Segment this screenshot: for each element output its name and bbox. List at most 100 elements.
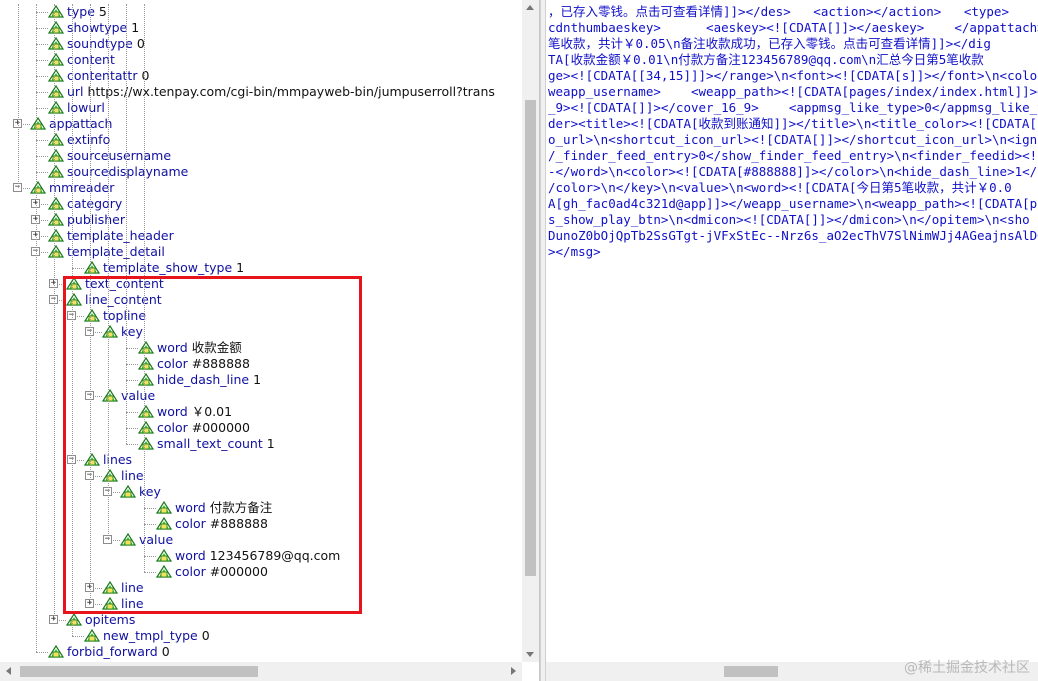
node-value: #000000 (205, 564, 268, 579)
tree-node-label[interactable]: sourceusername (67, 148, 171, 164)
tree-row-line[interactable]: + line (0, 596, 520, 612)
tree-row-value[interactable]: − value (0, 532, 520, 548)
tree-node-label[interactable]: hide_dash_line 1 (157, 372, 261, 388)
scroll-left-arrow-icon[interactable] (6, 667, 11, 675)
tree-horizontal-scrollbar[interactable] (0, 662, 522, 681)
tree-node-label[interactable]: template_detail (67, 244, 165, 260)
tree-row-sourceusername[interactable]: sourceusername (0, 148, 520, 164)
scroll-down-arrow-icon[interactable] (526, 652, 534, 657)
tree-node-label[interactable]: soundtype 0 (67, 36, 145, 52)
node-name: url (67, 84, 84, 99)
tree-row-color[interactable]: color #888888 (0, 516, 520, 532)
tree-node-label[interactable]: line (121, 468, 144, 484)
tree-row-content[interactable]: content (0, 52, 520, 68)
tree-node-label[interactable]: category (67, 196, 122, 212)
source-horizontal-scroll-thumb[interactable] (724, 666, 778, 677)
tree-horizontal-scroll-thumb[interactable] (20, 666, 258, 677)
tree-row-color[interactable]: color #888888 (0, 356, 520, 372)
tree-row-hide_dash_line[interactable]: hide_dash_line 1 (0, 372, 520, 388)
tree-guide-line (144, 4, 145, 572)
tree-row-category[interactable]: + category (0, 196, 520, 212)
tree-node-label[interactable]: color #888888 (157, 356, 250, 372)
tree-row-template_detail[interactable]: − template_detail (0, 244, 520, 260)
tree-row-word[interactable]: word 付款方备注 (0, 500, 520, 516)
tree-row-small_text_count[interactable]: small_text_count 1 (0, 436, 520, 452)
tree-row-lines[interactable]: − lines (0, 452, 520, 468)
tree-row-type[interactable]: type 5 (0, 4, 520, 20)
tree-node-label[interactable]: key (139, 484, 161, 500)
tree-node-label[interactable]: forbid_forward 0 (67, 644, 170, 660)
tree-node-label[interactable]: mmreader (49, 180, 114, 196)
tree-row-extinfo[interactable]: extinfo (0, 132, 520, 148)
tree-node-label[interactable]: appattach (49, 116, 112, 132)
tree-row-mmreader[interactable]: − mmreader (0, 180, 520, 196)
tree-node-label[interactable]: small_text_count 1 (157, 436, 275, 452)
scroll-right-arrow-icon[interactable] (511, 667, 516, 675)
node-name: topline (103, 308, 147, 323)
tree-node-label[interactable]: line_content (85, 292, 162, 308)
tree-row-text_content[interactable]: + text_content (0, 276, 520, 292)
tree-row-sourcedisplayname[interactable]: sourcedisplayname (0, 164, 520, 180)
node-name: color (157, 420, 188, 435)
tree-row-template_show_type[interactable]: template_show_type 1 (0, 260, 520, 276)
node-name: line_content (85, 292, 162, 307)
xml-node-icon (47, 228, 65, 243)
tree-vertical-scroll-thumb[interactable] (525, 100, 536, 576)
tree-connector-line (126, 444, 138, 445)
tree-row-url[interactable]: url https://wx.tenpay.com/cgi-bin/mmpayw… (0, 84, 520, 100)
tree-vertical-scrollbar[interactable] (522, 0, 539, 662)
tree-node-label[interactable]: text_content (85, 276, 164, 292)
tree-node-label[interactable]: key (121, 324, 143, 340)
xml-source-pane[interactable]: ，已存入零钱。点击可查看详情]]></des> <action></action… (546, 0, 1038, 681)
tree-row-publisher[interactable]: + publisher (0, 212, 520, 228)
tree-node-label[interactable]: extinfo (67, 132, 110, 148)
tree-node-label[interactable]: template_header (67, 228, 174, 244)
tree-node-label[interactable]: opitems (85, 612, 135, 628)
tree-row-new_tmpl_type[interactable]: new_tmpl_type 0 (0, 628, 520, 644)
tree-row-color[interactable]: color #000000 (0, 564, 520, 580)
tree-row-word[interactable]: word ￥0.01 (0, 404, 520, 420)
tree-row-template_header[interactable]: + template_header (0, 228, 520, 244)
tree-node-label[interactable]: color #888888 (175, 516, 268, 532)
tree-node-label[interactable]: line (121, 596, 144, 612)
scroll-up-arrow-icon[interactable] (526, 5, 534, 10)
tree-node-label[interactable]: showtype 1 (67, 20, 139, 36)
tree-row-appattach[interactable]: + appattach (0, 116, 520, 132)
tree-row-forbid_forward[interactable]: forbid_forward 0 (0, 644, 520, 660)
tree-row-color[interactable]: color #000000 (0, 420, 520, 436)
tree-row-lowurl[interactable]: lowurl (0, 100, 520, 116)
tree-node-label[interactable]: word 收款金额 (157, 340, 242, 356)
tree-connector-line (144, 556, 156, 557)
tree-node-label[interactable]: sourcedisplayname (67, 164, 188, 180)
tree-row-showtype[interactable]: showtype 1 (0, 20, 520, 36)
tree-node-label[interactable]: new_tmpl_type 0 (103, 628, 210, 644)
tree-row-word[interactable]: word 收款金额 (0, 340, 520, 356)
tree-row-topline[interactable]: − topline (0, 308, 520, 324)
tree-node-label[interactable]: word ￥0.01 (157, 404, 232, 420)
tree-row-line[interactable]: + line (0, 580, 520, 596)
tree-node-label[interactable]: word 付款方备注 (175, 500, 272, 516)
tree-node-label[interactable]: topline (103, 308, 146, 324)
tree-row-word[interactable]: word 123456789@qq.com (0, 548, 520, 564)
tree-row-key[interactable]: − key (0, 324, 520, 340)
tree-node-label[interactable]: color #000000 (157, 420, 250, 436)
tree-row-line[interactable]: − line (0, 468, 520, 484)
tree-row-opitems[interactable]: + opitems (0, 612, 520, 628)
tree-pane[interactable]: type 5 showtype 1 soundtype 0 content conten… (0, 0, 540, 681)
tree-row-value[interactable]: − value (0, 388, 520, 404)
tree-row-line_content[interactable]: − line_content (0, 292, 520, 308)
tree-node-label[interactable]: url https://wx.tenpay.com/cgi-bin/mmpayw… (67, 84, 495, 100)
tree-node-label[interactable]: publisher (67, 212, 125, 228)
tree-node-label[interactable]: line (121, 580, 144, 596)
node-name: hide_dash_line (157, 372, 250, 387)
tree-node-label[interactable]: template_show_type 1 (103, 260, 244, 276)
tree-row-soundtype[interactable]: soundtype 0 (0, 36, 520, 52)
xml-tree-view[interactable]: type 5 showtype 1 soundtype 0 content conten… (0, 4, 522, 662)
tree-node-label[interactable]: color #000000 (175, 564, 268, 580)
tree-row-key[interactable]: − key (0, 484, 520, 500)
node-value: ￥0.01 (187, 404, 233, 419)
node-name: soundtype (67, 36, 133, 51)
tree-row-contentattr[interactable]: contentattr 0 (0, 68, 520, 84)
xml-node-icon (47, 68, 65, 83)
tree-node-label[interactable]: word 123456789@qq.com (175, 548, 340, 564)
